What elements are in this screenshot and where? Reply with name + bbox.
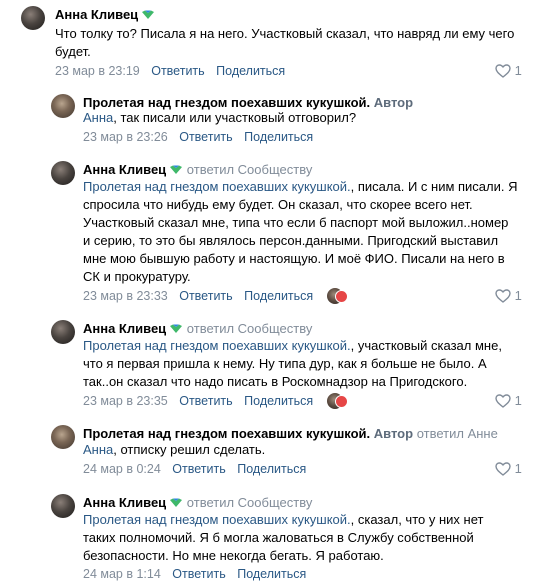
reply-button[interactable]: Ответить xyxy=(179,394,232,408)
reply-button[interactable]: Ответить xyxy=(179,130,232,144)
share-button[interactable]: Поделиться xyxy=(244,394,313,408)
verified-heart-badge-icon xyxy=(170,324,183,333)
comment-text: Что толку то? Писала я на него. Участков… xyxy=(55,26,515,59)
heart-reaction-icon xyxy=(335,290,348,303)
comment-date[interactable]: 23 мар в 23:19 xyxy=(55,64,140,78)
comment-text: , так писали или участковый отговорил? xyxy=(113,110,357,125)
comment-text-line: , сказал, что у них нет xyxy=(350,512,484,527)
like-count: 1 xyxy=(514,461,522,476)
reply-button[interactable]: Ответить xyxy=(179,289,232,303)
verified-heart-badge-icon xyxy=(170,498,183,507)
comment-date[interactable]: 23 мар в 23:35 xyxy=(83,394,168,408)
mention-link[interactable]: Пролетая над гнездом поехавших кукушкой. xyxy=(83,338,351,353)
commenter-name[interactable]: Анна Кливец xyxy=(55,7,138,22)
replied-to-label: ответил Сообществу xyxy=(186,495,313,510)
replied-to-label: ответил Анне xyxy=(416,426,498,441)
like-button[interactable]: 1 xyxy=(495,63,522,79)
avatar[interactable] xyxy=(51,425,75,449)
share-button[interactable]: Поделиться xyxy=(216,64,285,78)
like-count: 1 xyxy=(514,393,522,408)
like-button[interactable]: 1 xyxy=(495,461,522,477)
commenter-name[interactable]: Анна Кливец xyxy=(83,321,166,336)
like-count: 1 xyxy=(514,63,522,78)
comment-text-line: так..он сказал что надо писать в Роскомн… xyxy=(83,374,468,389)
share-button[interactable]: Поделиться xyxy=(244,289,313,303)
reactors-preview[interactable] xyxy=(327,288,349,304)
share-button[interactable]: Поделиться xyxy=(237,462,306,476)
author-tag: Автор xyxy=(373,95,414,110)
mention-link[interactable]: Анна xyxy=(83,110,113,125)
comment-text-line: Участковый сказал мне, типа что если б п… xyxy=(83,215,509,230)
heart-outline-icon xyxy=(495,289,511,303)
comment-text-line: что я первая пришла к нему. Ну типа дур,… xyxy=(83,356,487,371)
commenter-name[interactable]: Пролетая над гнездом поехавших кукушкой. xyxy=(83,426,370,441)
commenter-name[interactable]: Пролетая над гнездом поехавших кукушкой. xyxy=(83,95,370,110)
mention-link[interactable]: Пролетая над гнездом поехавших кукушкой. xyxy=(83,179,351,194)
reactors-preview[interactable] xyxy=(327,393,349,409)
like-count: 1 xyxy=(514,288,522,303)
comment-text-line: безопасности. Но мне некогда бегать. Я р… xyxy=(83,548,384,563)
replied-to-label: ответил Сообществу xyxy=(186,321,313,336)
avatar[interactable] xyxy=(51,94,75,118)
heart-outline-icon xyxy=(495,462,511,476)
comment-text-line: мне мою бывшую работу и настоящую. И моё… xyxy=(83,251,505,266)
verified-heart-badge-icon xyxy=(170,165,183,174)
comment-text-line: , писала. И с ним писали. Я xyxy=(350,179,518,194)
share-button[interactable]: Поделиться xyxy=(244,130,313,144)
commenter-name[interactable]: Анна Кливец xyxy=(83,495,166,510)
reply-button[interactable]: Ответить xyxy=(172,567,225,581)
comment-text: , отписку решил сделать. xyxy=(113,442,266,457)
like-button[interactable]: 1 xyxy=(495,393,522,409)
comment-date[interactable]: 24 мар в 0:24 xyxy=(83,462,161,476)
mention-link[interactable]: Анна xyxy=(83,442,113,457)
comment-date[interactable]: 24 мар в 1:14 xyxy=(83,567,161,581)
like-button[interactable]: 1 xyxy=(495,288,522,304)
verified-heart-badge-icon xyxy=(142,10,155,19)
reply-button[interactable]: Ответить xyxy=(172,462,225,476)
comment-text-line: , участковый сказал мне, xyxy=(350,338,502,353)
comment-date[interactable]: 23 мар в 23:33 xyxy=(83,289,168,303)
avatar[interactable] xyxy=(51,494,75,518)
reply-button[interactable]: Ответить xyxy=(151,64,204,78)
author-tag: Автор xyxy=(373,426,414,441)
share-button[interactable]: Поделиться xyxy=(237,567,306,581)
avatar[interactable] xyxy=(21,6,45,30)
comment-date[interactable]: 23 мар в 23:26 xyxy=(83,130,168,144)
comment-text-line: СК и прокуратуру. xyxy=(83,269,191,284)
avatar[interactable] xyxy=(51,320,75,344)
comment-text-line: таких полномочий. Я б могла жаловаться в… xyxy=(83,530,474,545)
replied-to-label: ответил Сообществу xyxy=(186,162,313,177)
mention-link[interactable]: Пролетая над гнездом поехавших кукушкой. xyxy=(83,512,351,527)
comment-text-line: и серию, то это бы являлось персон.данны… xyxy=(83,233,499,248)
avatar[interactable] xyxy=(51,161,75,185)
heart-reaction-icon xyxy=(335,395,348,408)
heart-outline-icon xyxy=(495,394,511,408)
comment-text-line: спросила что нибудь ему будет. Он сказал… xyxy=(83,197,473,212)
heart-outline-icon xyxy=(495,64,511,78)
commenter-name[interactable]: Анна Кливец xyxy=(83,162,166,177)
